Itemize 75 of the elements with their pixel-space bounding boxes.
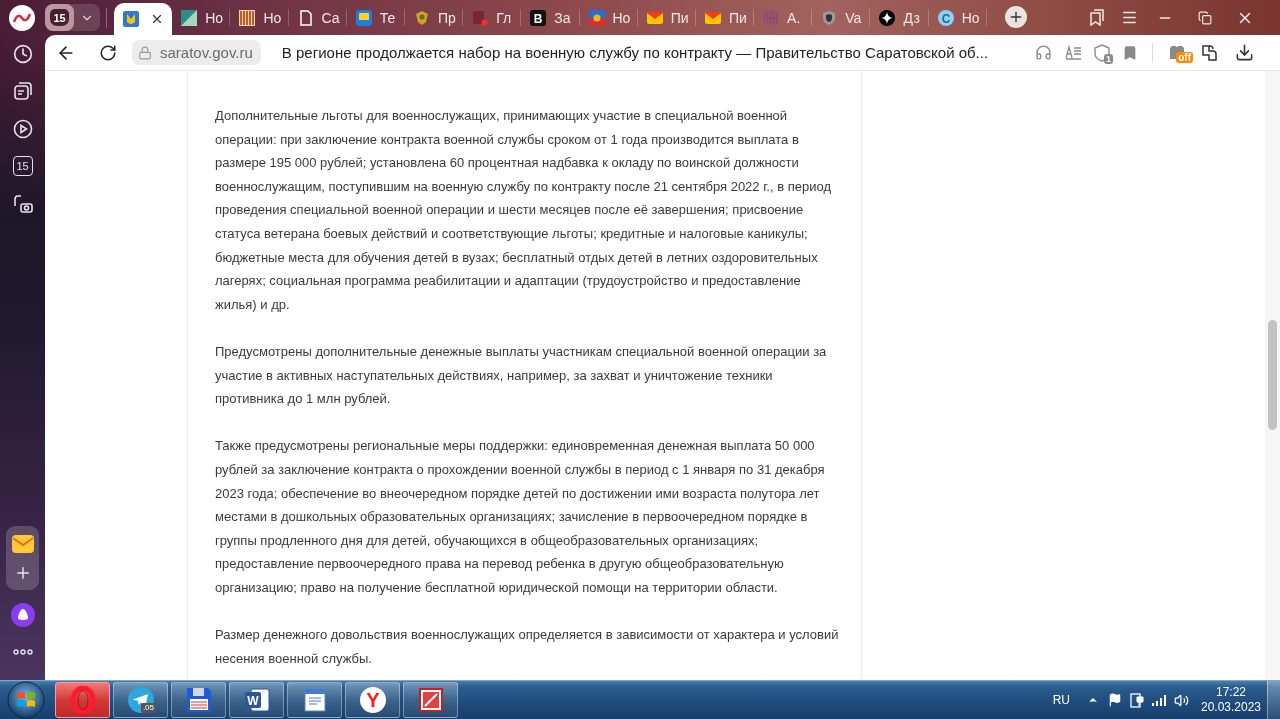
browser-tab[interactable]: A. <box>754 0 813 35</box>
square-dot-icon <box>472 9 489 26</box>
protect-count: 1 <box>1104 53 1113 64</box>
clock-button[interactable]: 17:22 20.03.2023 <box>1200 685 1262 715</box>
article-paragraph: Предусмотрены дополнительные денежные выплаты участникам специальной военной операции за участие в активных наступательных действиях, например, за захват и уничтожение техники противника до 1 млн рублей. <box>215 342 828 409</box>
article-paragraph: Также предусмотрены региональные меры поддержки: единовременная денежная выплата 50 000 рублей за заключение контракта о прохождении военной службы в период с 1 января по 31 декабря 2023 года; обеспечение во внеочередном порядке детей по достижении ими возраста полутора лет местами в дошкольных образовательных организациях; зачисление в первоочередном порядке в группы продленного дня для детей, обучающихся в общеобразовательных организациях; предоставление первоочередного права на перевод ребенка в другую общеобразовательную организацию; право на получение бесплатной юридической помощи на территории области. <box>215 437 826 597</box>
protect-button[interactable]: 1 <box>1088 37 1116 68</box>
assistant-icon[interactable] <box>10 602 35 627</box>
download-icon[interactable] <box>1234 43 1254 62</box>
browser-tab[interactable]: Гл <box>463 0 522 35</box>
browser-tab[interactable]: C Но <box>928 0 987 35</box>
more-icon[interactable] <box>12 649 33 656</box>
bars-icon <box>239 9 256 26</box>
envelope-icon[interactable] <box>11 533 34 554</box>
browser-tab[interactable]: Пи <box>637 0 696 35</box>
grid-icon <box>763 9 780 26</box>
monitor-icon <box>355 9 372 26</box>
browser-tab[interactable]: Пр <box>404 0 464 35</box>
yandex-logo-icon[interactable]: Y <box>358 686 387 714</box>
icon-overlay-text: .05 <box>140 703 156 713</box>
bookmark-pages-icon[interactable] <box>1089 9 1105 26</box>
browser-tab[interactable]: Va <box>812 0 871 35</box>
emblem-icon <box>123 11 139 27</box>
tab-counter-button[interactable]: 15 <box>45 4 74 31</box>
browser-tab[interactable] <box>114 3 173 35</box>
taskbar-app-button[interactable]: .05 <box>113 682 168 718</box>
crest-icon <box>413 9 430 26</box>
browser-tab[interactable]: Дз <box>870 0 929 35</box>
taskbar-app-button[interactable]: Y <box>345 682 400 718</box>
language-button[interactable]: RU <box>1048 693 1074 707</box>
play-icon[interactable] <box>12 118 33 139</box>
headphones-icon[interactable] <box>1034 44 1052 61</box>
windows-logo-icon[interactable] <box>7 681 45 719</box>
restore-icon[interactable] <box>1198 10 1212 25</box>
calendar-button[interactable]: 15 <box>0 147 45 185</box>
letter-icon: B <box>530 9 547 26</box>
taskbar-app-button[interactable]: W <box>229 682 284 718</box>
browser-tab[interactable]: Пи <box>695 0 755 35</box>
envelope-icon <box>704 9 721 26</box>
browser-tab[interactable]: Те <box>346 0 405 35</box>
menu-icon[interactable] <box>1120 9 1138 26</box>
shield-icon[interactable] <box>1094 43 1110 62</box>
browser-tab[interactable]: Са <box>288 0 347 35</box>
url-text: saratov.gov.ru <box>160 44 253 61</box>
scrollbar-thumb[interactable] <box>1268 320 1277 430</box>
clock-icon[interactable] <box>12 43 33 64</box>
calendar-icon[interactable]: 15 <box>12 156 33 177</box>
page-title: В регионе продолжается набор на военную службу по контракту — Правительство Саратовской об... <box>281 44 989 61</box>
reader-lines-icon[interactable] <box>1064 45 1082 60</box>
overlapping-shapes-icon[interactable] <box>1200 42 1220 63</box>
browser-logo-icon[interactable] <box>9 4 35 31</box>
browser-tab[interactable]: Но <box>172 0 231 35</box>
browser-tab[interactable]: B За <box>521 0 580 35</box>
extension-status-tag: off <box>1176 51 1193 63</box>
browser-tab[interactable]: Но <box>579 0 638 35</box>
article-paragraph: Дополнительные льготы для военнослужащих, принимающих участие в специальной военной операции: при заключение контракта военной службы сроком от 1 года производится выплата в размере 195 000 рублей; установлена 60 процентная надбавка к окладу по воинской должности военнослужащим, поступившим на военную службу по контракту после 21 сентября 2022 г., в период проведения специальной военной операции и шести месяцев после её завершения; присвоение статуса ветерана боевых действий и соответствующие льготы; кредитные и налоговые каникулы; бюджетные места для обучения детей в вузах; бесплатный отдых детей в летних оздоровительных лагерях; социальная программа реабилитации и адаптации (трудоустройство и предоставление жилья) и др. <box>215 107 832 314</box>
flag-icon[interactable] <box>1108 693 1122 707</box>
screenshot-icon[interactable] <box>12 193 33 214</box>
picture-frame-icon[interactable] <box>416 686 445 714</box>
stacked-cards-icon[interactable] <box>12 81 33 102</box>
article-paragraph: Размер денежного довольствия военнослужащих определяется в зависимости от характера и условий несения военной службы. <box>215 626 840 668</box>
star-icon <box>879 9 896 26</box>
url-field[interactable]: saratov.gov.ru <box>132 40 261 65</box>
close-tab-icon[interactable] <box>150 12 164 26</box>
envelope-icon <box>646 9 663 26</box>
browser-tab[interactable]: Но <box>230 0 289 35</box>
picture-icon <box>588 9 605 26</box>
signal-icon[interactable] <box>1151 694 1167 706</box>
bookmark-icon[interactable] <box>1122 44 1138 61</box>
document-icon <box>297 9 314 26</box>
reload-icon[interactable] <box>99 43 117 62</box>
show-desktop-button[interactable] <box>1267 681 1280 719</box>
letter-icon: C <box>937 9 954 26</box>
shield-icon <box>821 9 838 26</box>
split-square-icon <box>181 9 198 26</box>
